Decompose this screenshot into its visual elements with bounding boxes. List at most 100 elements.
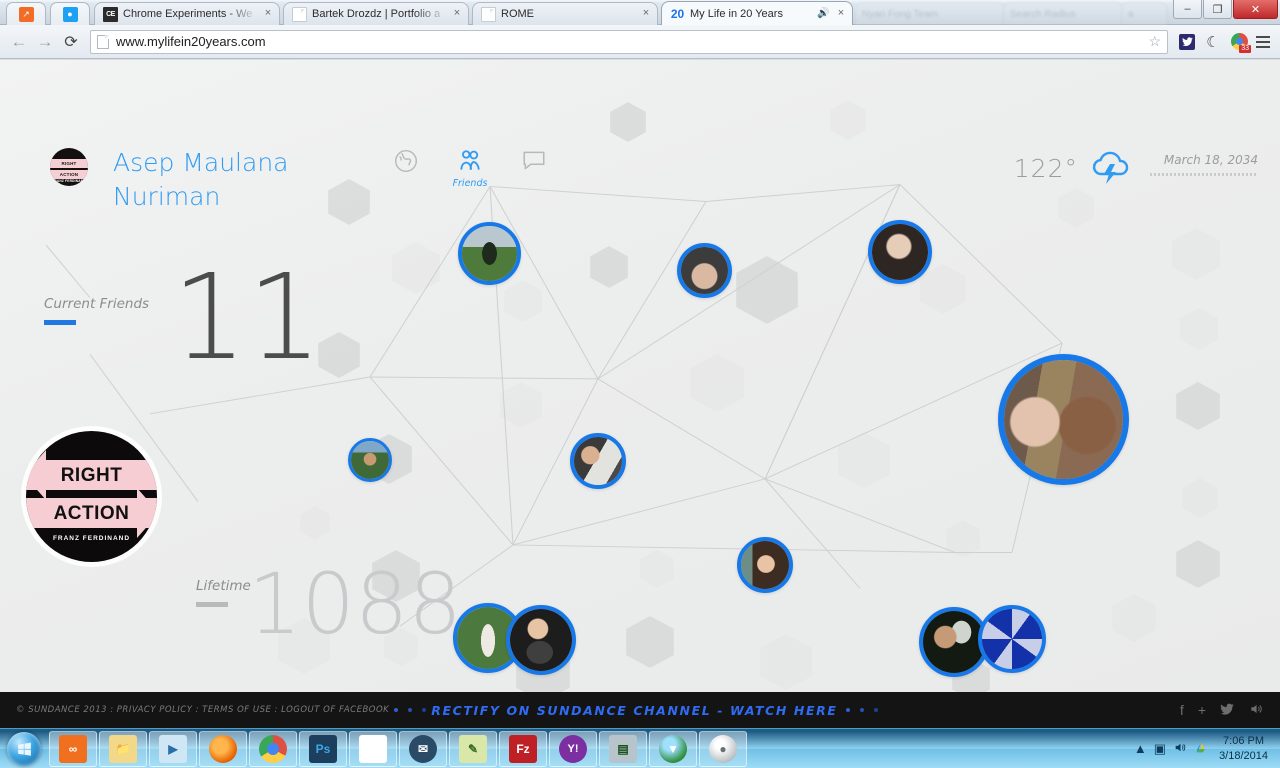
moon-extension-button[interactable]: ☾ <box>1200 29 1226 55</box>
album-artist: FRANZ FERDINAND <box>52 535 131 542</box>
browser-window: ↗ ● CE Chrome Experiments - We × Bartek … <box>0 0 1280 728</box>
tab-title: Chrome Experiments - We <box>123 8 253 20</box>
friend-node-2[interactable] <box>677 243 732 298</box>
chrome-experiments-favicon: CE <box>103 6 118 22</box>
stat-accent-dash <box>44 320 76 325</box>
taskbar-item-media-player[interactable]: ▶ <box>149 730 197 767</box>
forward-button[interactable]: → <box>32 29 58 55</box>
nav-item-messages[interactable] <box>516 148 552 189</box>
friends-icon <box>460 150 480 170</box>
album-title-line-1: RIGHT <box>60 465 123 486</box>
taskbar-clock[interactable]: 7:06 PM 3/18/2014 <box>1215 734 1274 764</box>
taskbar-item-volume-app[interactable]: ● <box>699 730 747 767</box>
reload-button[interactable]: ⟳ <box>58 29 84 55</box>
taskbar-item-filezilla[interactable]: Fz <box>499 730 547 767</box>
facebook-icon[interactable]: f <box>1180 702 1184 718</box>
badge-line-3: FRANZ FERDINAND <box>52 179 86 183</box>
ghost-tab: a <box>1121 2 1167 25</box>
browser-toolbar: ← → ⟳ www.mylifein20years.com ☆ ☾ 33 <box>0 25 1280 59</box>
storm-cloud-icon <box>1092 151 1129 184</box>
google-drive-icon[interactable] <box>1194 741 1208 757</box>
chrome-menu-button[interactable] <box>1252 35 1274 48</box>
friend-node-4[interactable] <box>998 354 1129 485</box>
nav-item-globe[interactable] <box>388 148 424 189</box>
media-player-icon: ▶ <box>159 734 187 763</box>
chrome-extension-button[interactable]: 33 <box>1226 29 1252 55</box>
friend-node-9[interactable] <box>506 605 576 675</box>
taskbar-item-chrome[interactable] <box>249 730 297 767</box>
sound-icon[interactable] <box>1248 702 1264 719</box>
show-hidden-icons-button[interactable]: ▲ <box>1134 741 1147 756</box>
twitter-extension-button[interactable] <box>1174 29 1200 55</box>
tab-close-button[interactable]: × <box>450 7 464 21</box>
tab-audio-indicator-icon[interactable]: 🔊 <box>817 8 831 19</box>
taskbar-item-firefox[interactable] <box>199 730 247 767</box>
tab-close-button[interactable]: × <box>639 7 653 21</box>
bookmark-star-icon[interactable]: ☆ <box>1148 33 1161 50</box>
taskbar-item-explorer[interactable]: 📁 <box>99 730 147 767</box>
tab-my-life-in-20-years[interactable]: 20 My Life in 20 Years 🔊 × <box>661 1 853 25</box>
close-window-button[interactable]: ✕ <box>1233 0 1278 19</box>
tab-strip: ↗ ● CE Chrome Experiments - We × Bartek … <box>0 0 1280 25</box>
tab-close-button[interactable]: × <box>261 7 275 21</box>
friend-node-7[interactable] <box>737 537 793 593</box>
footer-legal-links[interactable]: © SUNDANCE 2013 : PRIVACY POLICY : TERMS… <box>16 705 389 715</box>
minimize-button[interactable]: – <box>1173 0 1202 19</box>
pinned-tab-analytics[interactable]: ↗ <box>6 2 46 25</box>
taskbar-item-download-manager[interactable]: ▼ <box>649 730 697 767</box>
address-bar[interactable]: www.mylifein20years.com ☆ <box>90 29 1168 54</box>
background-window-tabs: Nyan Fong Team Search Radius a <box>855 2 1185 25</box>
taskbar-item-photoshop[interactable]: Ps <box>299 730 347 767</box>
badge-line-2: ACTION <box>59 171 79 177</box>
nav-item-friends[interactable]: Friends <box>452 148 488 189</box>
avatar-subject <box>510 609 572 671</box>
footer-promo-link[interactable]: RECTIFY ON SUNDANCE CHANNEL - WATCH HERE <box>431 703 837 718</box>
google-plus-icon[interactable]: + <box>1198 702 1206 718</box>
globe-icon <box>395 150 417 172</box>
avatar-subject <box>1004 360 1123 479</box>
maximize-button[interactable]: ❐ <box>1203 0 1232 19</box>
monitor-icon: ▤ <box>609 734 637 763</box>
friend-node-6[interactable] <box>570 433 626 489</box>
start-button[interactable] <box>0 730 48 768</box>
volume-icon[interactable] <box>1173 741 1187 757</box>
taskbar-item-yahoo-messenger[interactable]: Y! <box>549 730 597 767</box>
tab-bartek-drozdz[interactable]: Bartek Drozdz | Portfolio a × <box>283 2 469 25</box>
album-art-node[interactable]: RIGHT ACTION FRANZ FERDINAND <box>26 431 157 562</box>
chat-bubble-icon <box>523 151 545 170</box>
taskbar-item-app-grid[interactable] <box>349 730 397 767</box>
back-button[interactable]: ← <box>6 29 32 55</box>
twitter-icon[interactable] <box>1220 702 1234 719</box>
sundance-brand-badge[interactable]: RIGHT ACTION FRANZ FERDINAND <box>50 148 88 186</box>
footer-dot <box>422 708 427 712</box>
avatar-subject <box>462 226 517 281</box>
twitter-extension-icon <box>1179 33 1195 50</box>
xampp-icon: ∞ <box>59 734 87 763</box>
tab-chrome-experiments[interactable]: CE Chrome Experiments - We × <box>94 2 280 25</box>
avatar <box>681 247 728 294</box>
page-info-icon[interactable] <box>97 34 109 49</box>
taskbar-item-system-monitor[interactable]: ▤ <box>599 730 647 767</box>
stat-value: 1088 <box>248 555 462 653</box>
temperature-value: 122° <box>1013 153 1078 183</box>
taskbar-item-xampp[interactable]: ∞ <box>49 730 97 767</box>
pinned-tab-twitter[interactable]: ● <box>50 2 90 25</box>
tab-rome[interactable]: ROME × <box>472 2 658 25</box>
taskbar-item-notepad-pp[interactable]: ✎ <box>449 730 497 767</box>
tab-close-button[interactable]: × <box>834 7 848 21</box>
windows-logo-icon <box>7 731 41 766</box>
chrome-icon <box>259 734 287 763</box>
filezilla-icon: Fz <box>509 734 537 763</box>
stat-lifetime-friends: Lifetime 1088 <box>196 562 462 646</box>
friend-node-3[interactable] <box>868 220 932 284</box>
ghost-tab: Search Radius <box>1003 2 1123 25</box>
firefox-icon <box>209 734 237 763</box>
friend-node-5[interactable] <box>348 438 392 482</box>
network-icon[interactable]: ▣ <box>1154 741 1166 757</box>
taskbar-item-thunderbird[interactable]: ✉ <box>399 730 447 767</box>
page-title: Asep Maulana Nuriman <box>113 148 289 211</box>
friend-node-11[interactable] <box>978 605 1046 673</box>
footer-dot <box>408 708 413 712</box>
friend-node-1[interactable] <box>458 222 521 285</box>
site-footer: © SUNDANCE 2013 : PRIVACY POLICY : TERMS… <box>0 692 1280 728</box>
